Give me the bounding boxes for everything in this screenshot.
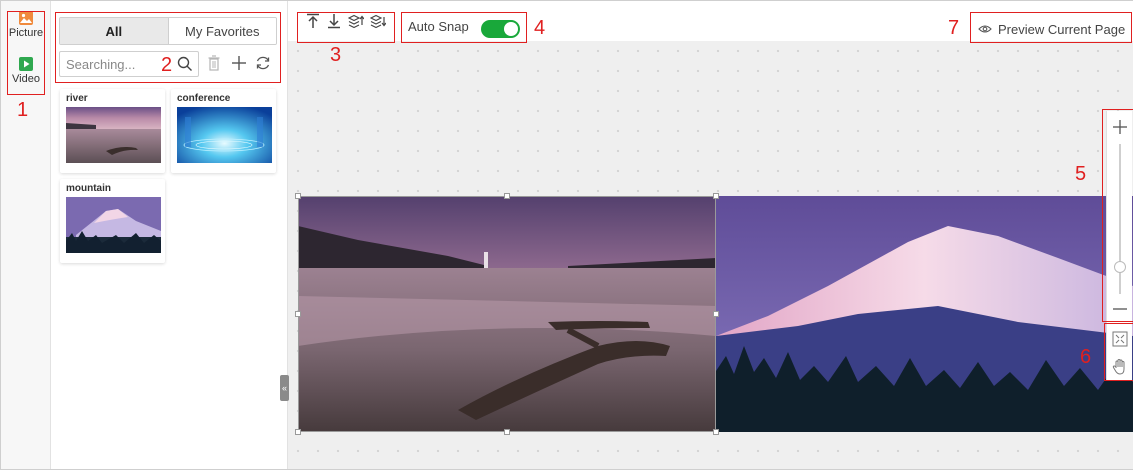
zoom-control xyxy=(1106,111,1132,381)
hand-pan-icon[interactable] xyxy=(1110,357,1130,377)
resize-handle[interactable] xyxy=(504,429,510,435)
rail-label-picture: Picture xyxy=(8,27,44,39)
rail-item-video[interactable]: Video xyxy=(7,57,45,85)
rail-item-picture[interactable]: Picture xyxy=(7,11,45,39)
annotation-number-6: 6 xyxy=(1080,346,1092,368)
resize-handle[interactable] xyxy=(295,311,301,317)
resize-handle[interactable] xyxy=(713,193,719,199)
annotation-number-7: 7 xyxy=(948,17,960,39)
preview-current-page-button[interactable]: Preview Current Page xyxy=(978,18,1125,40)
add-icon[interactable] xyxy=(231,55,247,71)
resize-handle[interactable] xyxy=(295,193,301,199)
search-icon[interactable] xyxy=(177,56,193,72)
preview-label: Preview Current Page xyxy=(998,21,1126,37)
search-input[interactable] xyxy=(66,53,176,75)
image-icon xyxy=(19,11,33,25)
media-editor-window: Picture Video All My Favorites Searching… xyxy=(0,0,1133,470)
fit-to-screen-icon[interactable] xyxy=(1110,329,1130,349)
resize-handle[interactable] xyxy=(713,429,719,435)
auto-snap-label: Auto Snap xyxy=(408,19,469,34)
delete-icon[interactable] xyxy=(208,55,220,71)
annotation-number-4: 4 xyxy=(534,17,546,39)
media-card-title: conference xyxy=(177,93,231,104)
send-backward-icon[interactable] xyxy=(370,13,386,29)
annotation-number-3: 3 xyxy=(330,44,342,66)
rail-label-video: Video xyxy=(12,73,40,85)
play-icon xyxy=(19,57,33,71)
search-box xyxy=(59,51,199,77)
annotation-number-2: 2 xyxy=(161,54,173,76)
tab-all[interactable]: All xyxy=(60,18,168,44)
send-to-bottom-icon[interactable] xyxy=(327,13,341,29)
editor-area: Auto Snap Preview Current Page « xyxy=(280,1,1133,469)
collapse-panel-button[interactable]: « xyxy=(280,375,289,401)
refresh-icon[interactable] xyxy=(255,55,271,71)
eye-icon xyxy=(978,25,992,33)
auto-snap-toggle[interactable] xyxy=(481,20,520,38)
river-thumbnail xyxy=(66,107,161,163)
left-rail: Picture Video xyxy=(1,1,51,469)
selected-image-frame[interactable] xyxy=(295,193,719,435)
media-card-title: mountain xyxy=(66,183,111,194)
media-card-conference[interactable]: conference xyxy=(171,89,276,173)
conference-thumbnail xyxy=(177,107,272,163)
annotation-number-1: 1 xyxy=(17,99,29,121)
zoom-out-icon[interactable] xyxy=(1110,299,1130,319)
media-card-mountain[interactable]: mountain xyxy=(60,179,165,263)
bring-to-top-icon[interactable] xyxy=(306,13,320,29)
annotation-number-5: 5 xyxy=(1075,163,1087,185)
resize-handle[interactable] xyxy=(713,311,719,317)
media-card-river[interactable]: river xyxy=(60,89,165,173)
zoom-slider-thumb[interactable] xyxy=(1114,261,1126,273)
media-card-title: river xyxy=(66,93,88,104)
bring-forward-icon[interactable] xyxy=(348,13,364,29)
library-tabs: All My Favorites xyxy=(59,17,277,45)
editor-toolbar: Auto Snap Preview Current Page xyxy=(288,1,1133,41)
resize-handle[interactable] xyxy=(295,429,301,435)
tab-my-favorites[interactable]: My Favorites xyxy=(167,18,276,44)
resize-handle[interactable] xyxy=(504,193,510,199)
mountain-thumbnail xyxy=(66,197,161,253)
zoom-in-icon[interactable] xyxy=(1110,117,1130,137)
toggle-knob xyxy=(504,22,518,36)
